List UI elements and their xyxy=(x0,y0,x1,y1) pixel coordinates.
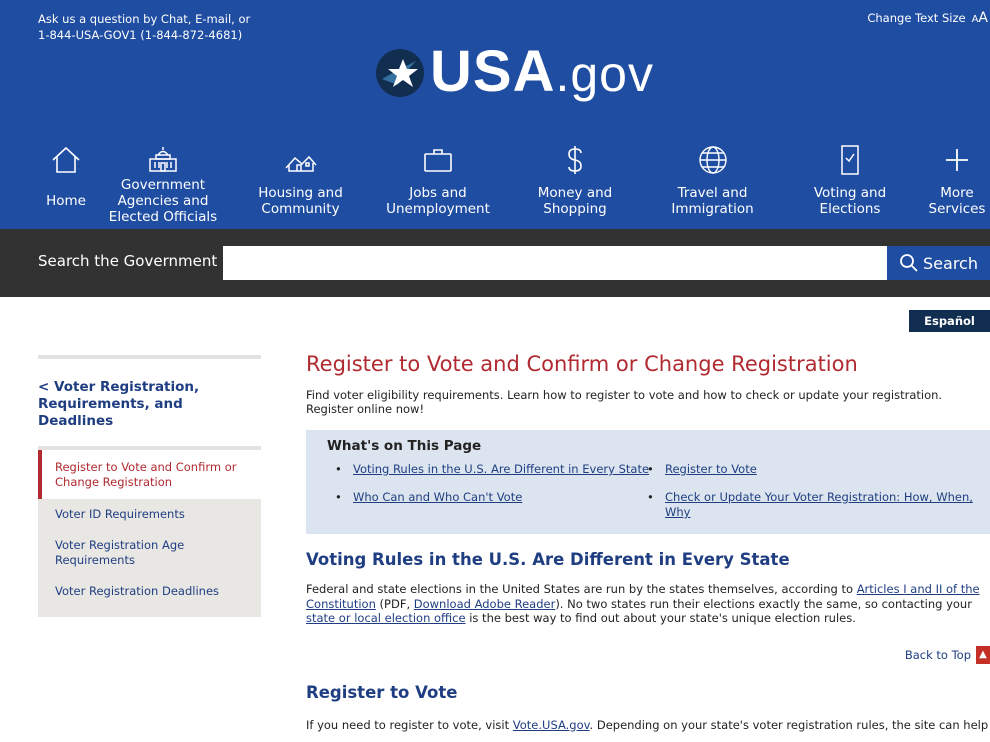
main-content: Register to Vote and Confirm or Change R… xyxy=(306,350,990,732)
text-size-toggle[interactable]: AA xyxy=(972,10,988,26)
sidebar-item-register-to-vote[interactable]: Register to Vote and Confirm or Change R… xyxy=(38,450,261,499)
logo-wordmark: USA.gov xyxy=(430,40,654,106)
nav-government-label: Government Agencies and Elected Official… xyxy=(108,177,218,225)
section-heading-voting-rules: Voting Rules in the U.S. Are Different i… xyxy=(306,550,790,569)
table-of-contents: What's on This Page Voting Rules in the … xyxy=(306,430,990,534)
election-office-link[interactable]: state or local election office xyxy=(306,611,466,625)
usa-gov-logo[interactable]: USA.gov xyxy=(376,40,654,106)
briefcase-icon xyxy=(424,149,452,172)
section-voting-rules-text: Federal and state elections in the Unite… xyxy=(306,582,990,626)
capitol-icon xyxy=(149,147,177,172)
section-heading-register: Register to Vote xyxy=(306,682,458,702)
sidebar-back-link[interactable]: < Voter Registration, Requirements, and … xyxy=(38,359,261,446)
text-fragment: If you need to register to vote, visit xyxy=(306,717,513,732)
houses-icon xyxy=(284,155,317,172)
text-fragment: . Depending on your state's voter regist… xyxy=(589,717,990,732)
nav-travel-label: Travel and Immigration xyxy=(671,185,754,217)
contact-line-2[interactable]: 1-844-USA-GOV1 (1-844-872-4681) xyxy=(38,27,250,43)
ballot-icon xyxy=(841,145,859,175)
vote-usa-gov-link[interactable]: Vote.USA.gov xyxy=(513,718,590,732)
search-bar: Search the Government Search xyxy=(0,229,990,297)
search-input[interactable] xyxy=(223,246,887,280)
globe-icon xyxy=(698,146,727,174)
sidebar-item-voter-id[interactable]: Voter ID Requirements xyxy=(38,499,261,530)
adobe-reader-link[interactable]: Download Adobe Reader xyxy=(414,597,556,611)
nav-voting[interactable]: Voting and Elections xyxy=(783,138,917,229)
sidebar-item-age-requirements[interactable]: Voter Registration Age Requirements xyxy=(38,530,261,576)
back-to-top-label: Back to Top xyxy=(904,647,971,662)
contact-line-1[interactable]: Ask us a question by Chat, E-mail, or xyxy=(38,11,250,27)
search-button[interactable]: Search xyxy=(887,246,990,280)
toc-title: What's on This Page xyxy=(327,438,482,454)
nav-home[interactable]: Home xyxy=(38,138,94,229)
text-fragment: ). No two states run their elections exa… xyxy=(555,596,972,611)
toc-links: Voting Rules in the U.S. Are Different i… xyxy=(327,462,990,520)
up-arrow-icon: ▲ xyxy=(976,645,990,664)
nav-jobs[interactable]: Jobs and Unemployment xyxy=(386,138,490,229)
nav-money-label: Money and Shopping xyxy=(537,185,613,217)
nav-voting-label: Voting and Elections xyxy=(813,185,887,217)
toc-link-voting-rules[interactable]: Voting Rules in the U.S. Are Different i… xyxy=(335,462,657,477)
nav-more-services-label: More Services xyxy=(928,185,986,217)
main-nav: Home Government Agencies and Elected Off… xyxy=(0,138,990,229)
toc-link-check-update[interactable]: Check or Update Your Voter Registration:… xyxy=(647,490,987,520)
nav-housing[interactable]: Housing and Community xyxy=(250,138,351,229)
toc-link-register[interactable]: Register to Vote xyxy=(647,462,987,477)
site-header: Ask us a question by Chat, E-mail, or 1-… xyxy=(0,0,990,229)
change-text-size-label: Change Text Size xyxy=(867,11,966,25)
nav-housing-label: Housing and Community xyxy=(258,185,343,217)
home-icon xyxy=(52,146,80,173)
section-register-text: If you need to register to vote, visit V… xyxy=(306,718,990,732)
sidebar-item-deadlines[interactable]: Voter Registration Deadlines xyxy=(38,576,261,617)
nav-government[interactable]: Government Agencies and Elected Official… xyxy=(96,138,230,229)
search-button-label: Search xyxy=(923,253,978,273)
logo-suffix: .gov xyxy=(555,46,654,102)
star-logo-icon xyxy=(376,49,424,97)
sidebar-list: Register to Vote and Confirm or Change R… xyxy=(38,446,261,617)
nav-home-label: Home xyxy=(46,193,86,209)
plus-icon xyxy=(946,149,968,171)
search-label: Search the Government xyxy=(38,252,218,270)
back-to-top-link[interactable]: Back to Top ▲ xyxy=(306,645,990,664)
sidebar: < Voter Registration, Requirements, and … xyxy=(38,355,261,617)
nav-travel[interactable]: Travel and Immigration xyxy=(662,138,763,229)
page-intro: Find voter eligibility requirements. Lea… xyxy=(306,388,943,416)
nav-jobs-label: Jobs and Unemployment xyxy=(386,185,490,217)
text-fragment: is the best way to find out about your s… xyxy=(465,611,856,625)
text-fragment: Federal and state elections in the Unite… xyxy=(306,582,857,596)
text-size-large[interactable]: A xyxy=(978,10,988,26)
logo-main: USA xyxy=(430,39,556,104)
search-icon xyxy=(900,254,918,272)
toc-link-who-can-vote[interactable]: Who Can and Who Can't Vote xyxy=(335,490,657,520)
contact-info: Ask us a question by Chat, E-mail, or 1-… xyxy=(38,11,250,43)
text-fragment: (PDF, xyxy=(375,596,414,611)
nav-more-services[interactable]: More Services xyxy=(927,138,987,229)
page-title: Register to Vote and Confirm or Change R… xyxy=(306,352,858,376)
espanol-button[interactable]: Español xyxy=(909,310,990,332)
dollar-icon xyxy=(568,146,582,174)
nav-money[interactable]: Money and Shopping xyxy=(507,138,643,229)
change-text-size[interactable]: Change Text Size AA xyxy=(867,10,988,26)
